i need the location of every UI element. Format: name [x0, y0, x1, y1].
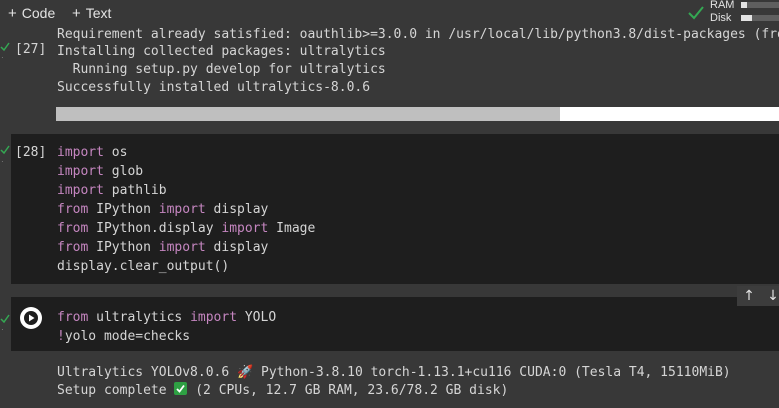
code-text: display — [205, 240, 269, 255]
code-keyword: ! — [57, 329, 65, 344]
code-text: glob — [103, 164, 144, 179]
move-cell-up-icon[interactable]: ↑ — [739, 286, 759, 306]
check-mark-icon — [174, 382, 188, 395]
code-line: !yolo mode=checks — [57, 327, 190, 346]
code-text: display.clear_output() — [57, 259, 230, 274]
code-keyword: from — [57, 240, 89, 255]
scrollbar-thumb[interactable] — [56, 107, 560, 121]
code-text: display — [205, 202, 269, 217]
add-text-button[interactable]: + Text — [72, 3, 111, 23]
code-text: YOLO — [237, 310, 277, 325]
cell-duration-icon: · — [1, 53, 4, 62]
cell-success-check-icon — [0, 314, 10, 324]
cell-success-check-icon — [0, 42, 10, 52]
add-text-label: Text — [85, 5, 112, 21]
code-keyword: import — [158, 240, 206, 255]
code-keyword: import — [158, 202, 206, 217]
code-text: Image — [268, 221, 316, 236]
cell-duration-icon: · — [1, 325, 4, 334]
move-cell-down-icon[interactable]: ↓ — [763, 286, 779, 306]
cell-duration-icon: · — [1, 157, 4, 166]
add-code-label: Code — [21, 5, 56, 21]
code-text: IPython.display — [88, 221, 222, 236]
resource-monitor[interactable]: RAM Disk — [685, 0, 779, 26]
add-code-button[interactable]: + Code — [8, 3, 55, 23]
output-line: Installing collected packages: ultralyti… — [57, 44, 386, 59]
code-line: import pathlib — [57, 181, 167, 200]
code-line: from IPython import display — [57, 238, 268, 257]
output-line: Setup complete (2 CPUs, 12.7 GB RAM, 23.… — [57, 381, 508, 400]
code-text: pathlib — [103, 183, 167, 198]
code-text: ultralytics — [88, 310, 191, 325]
output-text: Setup complete — [57, 383, 167, 398]
output-line: Successfully installed ultralytics-8.0.6 — [57, 80, 371, 95]
code-text: yolo mode=checks — [64, 329, 191, 344]
notebook-toolbar: + Code + Text RAM Disk — [0, 0, 779, 26]
code-line: from IPython import display — [57, 200, 268, 219]
code-line: import glob — [57, 162, 143, 181]
code-keyword: import — [57, 183, 104, 198]
run-cell-button[interactable] — [20, 307, 42, 329]
code-line: from ultralytics import YOLO — [57, 308, 276, 327]
code-line: display.clear_output() — [57, 257, 229, 276]
cell-toolbar: ↑ ↓ — [737, 286, 779, 306]
disk-usage-bar — [741, 15, 779, 21]
disk-label: Disk — [710, 12, 732, 24]
code-keyword: from — [57, 202, 89, 217]
output-line: Ultralytics YOLOv8.0.6 🚀 Python-3.8.10 t… — [57, 365, 731, 380]
plus-icon: + — [8, 4, 17, 22]
code-line: from IPython.display import Image — [57, 219, 315, 238]
code-keyword: import — [57, 145, 104, 160]
ram-usage-bar — [741, 2, 779, 8]
code-text: os — [103, 145, 128, 160]
code-keyword: import — [221, 221, 269, 236]
ram-label: RAM — [710, 0, 735, 11]
code-text: IPython — [88, 202, 159, 217]
code-text: IPython — [88, 240, 159, 255]
output-line: Running setup.py develop for ultralytics — [57, 62, 386, 77]
code-line: import os — [57, 143, 127, 162]
code-keyword: from — [57, 310, 89, 325]
code-keyword: import — [190, 310, 238, 325]
disk-usage-fill — [741, 15, 753, 21]
execution-count: [28] — [15, 145, 47, 160]
cell-success-check-icon — [0, 145, 10, 155]
connected-check-icon — [688, 6, 704, 20]
ram-usage-fill — [741, 2, 747, 8]
output-text: (2 CPUs, 12.7 GB RAM, 23.6/78.2 GB disk) — [187, 383, 509, 398]
code-keyword: from — [57, 221, 89, 236]
execution-count: [27] — [15, 42, 47, 57]
plus-icon: + — [72, 4, 81, 22]
play-icon — [21, 308, 41, 328]
code-keyword: import — [57, 164, 104, 179]
